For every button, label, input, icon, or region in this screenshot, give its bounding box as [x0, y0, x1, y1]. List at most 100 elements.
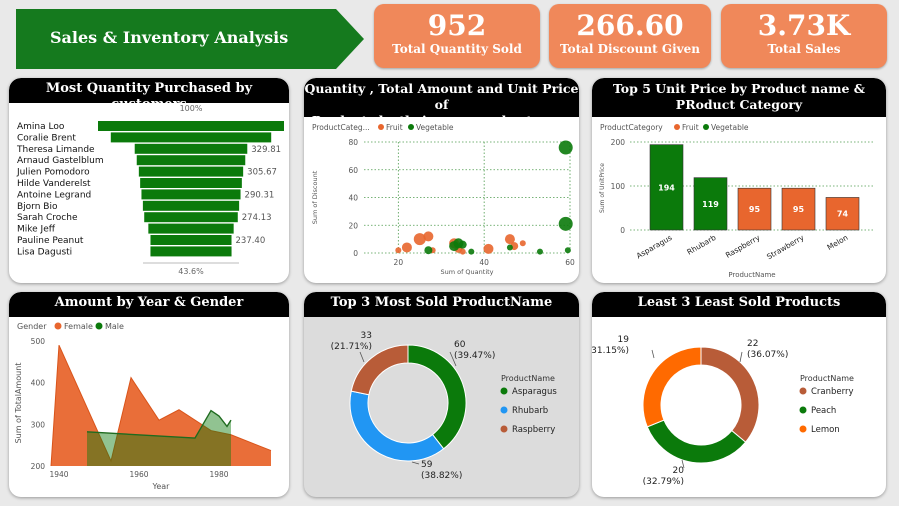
donut-top-panel[interactable]: Top 3 Most Sold ProductName 60 (39.47%) 59…: [304, 292, 579, 497]
funnel-category-label: Pauline Peanut: [17, 236, 84, 246]
scatter-point: [468, 248, 475, 255]
area-ylabel: Sum of TotalAmount: [14, 363, 23, 444]
scatter-chart: ProductCateg... Fruit Vegetable 80 60 40 20 0 20…: [311, 123, 575, 276]
scatter-point: [506, 244, 513, 251]
scatter-ytick: 60: [348, 166, 358, 175]
donut-leader-line: [359, 351, 365, 363]
funnel-category-label: Amina Loo: [17, 122, 65, 132]
donut-slice: [642, 346, 702, 428]
bar-data-label: 95: [793, 205, 805, 214]
donut-legend-dot: [799, 406, 807, 414]
bar-ytick: 0: [620, 226, 625, 235]
funnel-panel[interactable]: Most Quantity Purchased by customers 100…: [9, 78, 289, 283]
kpi-value: 266.60: [576, 9, 684, 42]
funnel-bar: [150, 246, 232, 257]
kpi-total-discount: 266.60 Total Discount Given: [549, 4, 711, 68]
donut-leader-line: [739, 351, 743, 363]
donut-legend-dot: [799, 425, 807, 433]
funnel-data-label: 329.81: [251, 145, 281, 155]
scatter-point: [536, 248, 543, 255]
funnel-data-label: 237.40: [236, 236, 266, 246]
funnel-chart: 100% Amina LooCoralie Brent Theresa Limand…: [16, 104, 284, 276]
area-ytick: 500: [31, 337, 46, 346]
donut-percent-label: (31.15%): [592, 346, 629, 356]
donut-value-label: 60: [454, 340, 466, 350]
scatter-point: [401, 242, 412, 253]
donut-legend-dot: [500, 425, 508, 433]
scatter-point: [459, 248, 466, 255]
scatter-ytick: 0: [353, 249, 358, 258]
scatter-ylabel: Sum of Discount: [311, 170, 319, 224]
area-ytick: 400: [31, 379, 46, 388]
donut-least-panel[interactable]: Least 3 Least Sold Products 22 (36.07%) 20…: [592, 292, 886, 497]
donut-percent-label: (21.71%): [331, 342, 372, 352]
bar-xlabel: ProductName: [728, 271, 775, 279]
scatter-legend-title: ProductCateg...: [312, 123, 370, 132]
scatter-point: [558, 140, 573, 155]
donut-percent-label: (39.47%): [454, 351, 495, 361]
legend-vegetable-label: Vegetable: [416, 123, 454, 132]
area-chart: Gender Female Male 500 400 300 200 Sum of Total…: [14, 322, 272, 491]
donut-legend-label: Lemon: [811, 425, 840, 435]
scatter-ytick: 80: [348, 138, 358, 147]
bar-category-label: Asparagus: [635, 233, 674, 261]
legend-vegetable-dot: [703, 124, 709, 130]
donut-percent-label: (36.07%): [747, 350, 788, 360]
funnel-bar: [144, 212, 238, 223]
kpi-total-sales: 3.73K Total Sales: [721, 4, 887, 68]
funnel-data-label: 290.31: [245, 190, 275, 200]
donut-least-chart: 22(36.07%) 20(32.79%) 19(31.15%) ProductNam…: [592, 335, 854, 487]
area-male: [87, 410, 231, 466]
area-xtick: 1960: [129, 470, 148, 479]
area-legend-title: Gender: [17, 322, 47, 331]
bar-ytick: 100: [611, 182, 626, 191]
scatter-point: [458, 240, 467, 249]
scatter-point: [423, 231, 434, 242]
kpi-value: 952: [427, 9, 487, 42]
scatter-point: [424, 246, 433, 255]
scatter-point: [395, 247, 402, 254]
funnel-category-label: Coralie Brent: [17, 133, 76, 143]
scatter-ytick: 20: [348, 221, 358, 230]
funnel-category-label: Hilde Vanderelst: [17, 179, 91, 189]
bar-category-label: Melon: [826, 233, 850, 252]
bar-category-label: Raspberry: [724, 233, 762, 260]
kpi-label: Total Discount Given: [560, 42, 700, 56]
funnel-bar: [110, 132, 272, 143]
legend-female-label: Female: [64, 322, 93, 331]
funnel-bar: [138, 166, 244, 177]
funnel-category-label: Mike Jeff: [17, 225, 56, 235]
funnel-bar: [136, 155, 246, 166]
bar-panel[interactable]: Top 5 Unit Price by Product name & PRodu…: [592, 78, 886, 283]
donut-leader-line: [651, 349, 655, 359]
area-ytick: 300: [31, 420, 46, 429]
scatter-ytick: 40: [348, 194, 358, 203]
legend-fruit-label: Fruit: [386, 123, 403, 132]
funnel-category-label: Lisa Dagusti: [17, 247, 72, 257]
funnel-bar: [141, 189, 241, 200]
area-panel[interactable]: Amount by Year & Gender Gender Female Male…: [9, 292, 289, 497]
funnel-data-label: 305.67: [247, 168, 277, 178]
funnel-category-label: Julien Pomodoro: [16, 168, 90, 178]
bar-category-label: Rhubarb: [685, 233, 717, 257]
donut-top-chart: 60(39.47%) 59(38.82%) 33(21.71%) ProductNam…: [331, 331, 558, 481]
funnel-bar: [134, 143, 248, 154]
donut-legend-dot: [500, 406, 508, 414]
donut-legend-label: Rhubarb: [512, 406, 548, 416]
area-ytick: 200: [31, 462, 46, 471]
kpi-label: Total Sales: [767, 42, 841, 56]
donut-value-label: 19: [618, 335, 630, 345]
scatter-point: [519, 240, 526, 247]
donut-percent-label: (32.79%): [643, 477, 684, 487]
donut-slice: [646, 419, 747, 464]
donut-legend-label: Peach: [811, 406, 836, 416]
donut-legend-title: ProductName: [501, 374, 555, 383]
funnel-bar: [148, 223, 234, 234]
donut-legend-dot: [500, 387, 508, 395]
legend-vegetable-dot: [408, 124, 414, 130]
scatter-panel[interactable]: Quantity , Total Amount and Unit Price o…: [304, 78, 579, 283]
funnel-category-label: Arnaud Gastelblum: [17, 156, 104, 166]
donut-slice: [350, 344, 409, 396]
legend-fruit-dot: [378, 124, 384, 130]
bar-data-label: 194: [658, 183, 675, 192]
